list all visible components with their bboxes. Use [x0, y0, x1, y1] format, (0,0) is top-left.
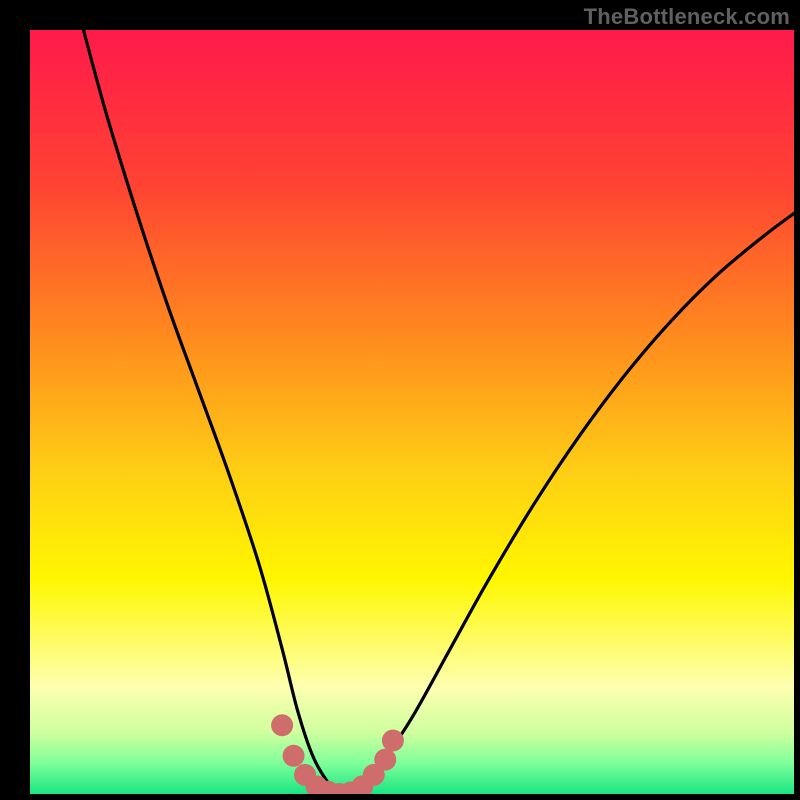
plot-background	[30, 30, 794, 794]
marker-dot	[271, 714, 293, 736]
marker-dot	[382, 730, 404, 752]
watermark-text: TheBottleneck.com	[584, 4, 790, 30]
marker-dot	[283, 745, 305, 767]
marker-dot	[374, 749, 396, 771]
chart-stage: TheBottleneck.com	[0, 0, 800, 800]
chart-svg	[0, 0, 800, 800]
